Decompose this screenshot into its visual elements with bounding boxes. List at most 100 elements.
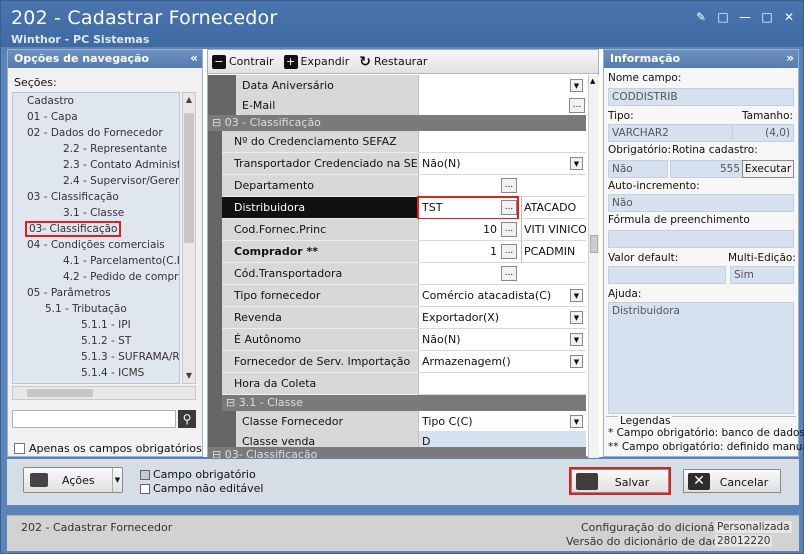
tree-horizontal-scrollbar[interactable] <box>12 386 196 400</box>
restore-arrow-icon: ↻ <box>359 53 371 70</box>
field-value-text: Exportador(X) <box>422 311 500 324</box>
lookup-button[interactable]: ... <box>501 266 517 281</box>
field-value-text: Comércio atacadista(C) <box>422 289 552 302</box>
chevron-down-icon[interactable]: ▼ <box>570 289 583 302</box>
search-input[interactable] <box>12 410 176 428</box>
collapse-right-icon[interactable]: » <box>786 51 794 65</box>
field-value-text: Não(N) <box>422 157 461 170</box>
collapse-section-icon[interactable]: ⊟ <box>226 396 239 409</box>
close-icon[interactable]: ✕ <box>781 9 797 25</box>
executar-button[interactable]: Executar <box>742 160 794 178</box>
tree-item[interactable]: 5.1 - Tributação <box>13 301 179 317</box>
tree-item[interactable]: 2.2 - Representante <box>13 141 179 157</box>
salvar-highlight <box>569 467 671 495</box>
scroll-thumb[interactable] <box>184 113 194 243</box>
section-tree: Cadastro 01 - Capa 02 - Dados do Fornecedo… <box>12 92 180 384</box>
chevron-down-icon[interactable]: ▼ <box>570 79 583 92</box>
tree-item[interactable]: 5.1.1 - IPI <box>13 317 179 333</box>
chevron-down-icon[interactable]: ▼ <box>570 355 583 368</box>
field-value[interactable]: ... <box>418 95 586 117</box>
section-header[interactable]: ⊟ 03- Classificação <box>208 447 586 458</box>
window-controls: ✎ □ — □ ✕ <box>693 9 797 25</box>
tree-item[interactable]: 5.1.4 - ICMS <box>13 365 179 381</box>
field-value[interactable] <box>418 373 586 395</box>
search-icon[interactable]: ⚲ <box>178 410 196 428</box>
field-value[interactable]: Tipo C(C) ▼ <box>418 411 586 433</box>
tree-item[interactable]: 02 - Dados do Fornecedor <box>13 125 179 141</box>
edit-icon[interactable]: ✎ <box>693 9 709 25</box>
tree-vertical-scrollbar[interactable]: ▲ ▼ <box>182 92 196 384</box>
field-value[interactable]: ... <box>418 263 586 285</box>
tree-item[interactable]: 04 - Condições comerciais <box>13 237 179 253</box>
field-value[interactable]: 1 PCADMIN... <box>418 241 586 263</box>
field-value[interactable] <box>418 131 586 153</box>
scroll-down-icon[interactable]: ▼ <box>183 369 195 383</box>
tree-item[interactable]: 5.1.3 - SUFRAMA/Repa <box>13 349 179 365</box>
chevron-down-icon[interactable]: ▼ <box>570 333 583 346</box>
swatch-obrigatorio <box>140 469 150 480</box>
row-gutter <box>208 307 222 329</box>
tree-item[interactable]: 03 - Classificação <box>13 189 179 205</box>
multi-edicao-label: Multi-Edição: <box>728 252 796 264</box>
lookup-button[interactable]: ... <box>501 222 517 237</box>
field-value[interactable]: 10VITI VINICOL... <box>418 219 586 241</box>
chevron-down-icon[interactable]: ▼ <box>112 468 122 492</box>
minimize-icon[interactable]: — <box>737 9 753 25</box>
grid-row: Classe Fornecedor Tipo C(C) ▼ <box>208 411 586 433</box>
maximize-icon[interactable]: □ <box>759 9 775 25</box>
field-label: Cód.Transportadora <box>222 263 418 285</box>
tree-item-label: 2.3 - Contato Administrativ <box>63 159 179 171</box>
grid-row: Data Aniversário ▼ <box>208 75 586 97</box>
contrair-button[interactable]: − Contrair <box>212 54 274 69</box>
tree-item[interactable]: 2.3 - Contato Administrativ <box>13 157 179 173</box>
field-value[interactable]: Exportador(X) ▼ <box>418 307 586 329</box>
restore-icon[interactable]: □ <box>715 9 731 25</box>
section-header-label: 03- Classificação <box>224 448 318 458</box>
tree-item[interactable]: 05 - Parâmetros <box>13 285 179 301</box>
lookup-button[interactable]: ... <box>501 178 517 193</box>
collapse-section-icon[interactable]: ⊟ <box>212 116 225 129</box>
grid-scroll-thumb[interactable] <box>590 235 598 253</box>
restaurar-button[interactable]: ↻ Restaurar <box>359 54 427 70</box>
chevron-down-icon[interactable]: ▼ <box>570 157 583 170</box>
expandir-button[interactable]: + Expandir <box>283 54 349 69</box>
tree-item[interactable]: 03- Classificação <box>13 221 179 237</box>
tree-item[interactable]: 4.1 - Parcelamento(C.Paga <box>13 253 179 269</box>
section-header[interactable]: ⊟ 3.1 - Classe <box>208 395 586 411</box>
tree-item-label: 03- Classificação <box>25 221 122 237</box>
lookup-button[interactable]: ... <box>569 98 585 113</box>
cancelar-button[interactable]: ✕ Cancelar <box>683 469 781 493</box>
collapse-section-icon[interactable]: ⊟ <box>212 448 225 458</box>
field-value[interactable]: ▼ <box>418 75 586 97</box>
row-gutter <box>222 411 236 433</box>
lookup-button[interactable]: ... <box>501 244 517 259</box>
obrigatorio-label: Obrigatório: <box>608 144 671 156</box>
chevron-down-icon[interactable]: ▼ <box>570 311 583 324</box>
field-value[interactable]: Não(N) ▼ <box>418 329 586 351</box>
tree-item-label: 2.2 - Representante <box>63 143 168 155</box>
grid-toolbar: − Contrair + Expandir ↻ Restaurar <box>208 50 598 74</box>
field-value[interactable]: Armazenagem() ▼ <box>418 351 586 373</box>
tree-item-label: 05 - Parâmetros <box>27 287 111 299</box>
collapse-left-icon[interactable]: « <box>190 51 198 65</box>
grid-row: Cód.Transportadora... <box>208 263 586 285</box>
only-required-checkbox[interactable] <box>14 443 25 454</box>
chevron-down-icon[interactable]: ▼ <box>570 415 583 428</box>
grid-scrollbar[interactable]: ▲ <box>588 75 599 458</box>
only-required-filter[interactable]: Apenas os campos obrigatórios <box>14 442 202 455</box>
tree-item-label: 02 - Dados do Fornecedor <box>27 127 163 139</box>
tree-item[interactable]: 3.1 - Classe <box>13 205 179 221</box>
tree-item[interactable]: 01 - Capa <box>13 109 179 125</box>
scroll-up-icon[interactable]: ▲ <box>183 93 195 107</box>
field-value[interactable]: Não(N) ▼ <box>418 153 586 175</box>
tree-item[interactable]: 5.1.2 - ST <box>13 333 179 349</box>
tree-item[interactable]: 4.2 - Pedido de compra <box>13 269 179 285</box>
hscroll-thumb[interactable] <box>27 389 93 397</box>
field-value[interactable]: Comércio atacadista(C) ▼ <box>418 285 586 307</box>
tree-item[interactable]: 2.4 - Supervisor/Gerente <box>13 173 179 189</box>
grid-scroll-up-icon[interactable]: ▲ <box>590 77 595 85</box>
tree-item[interactable]: Cadastro <box>13 93 179 109</box>
field-value[interactable]: ... <box>418 175 586 197</box>
section-header[interactable]: ⊟ 03 - Classificação <box>208 115 586 131</box>
acoes-button[interactable]: Ações ▼ <box>23 467 123 493</box>
